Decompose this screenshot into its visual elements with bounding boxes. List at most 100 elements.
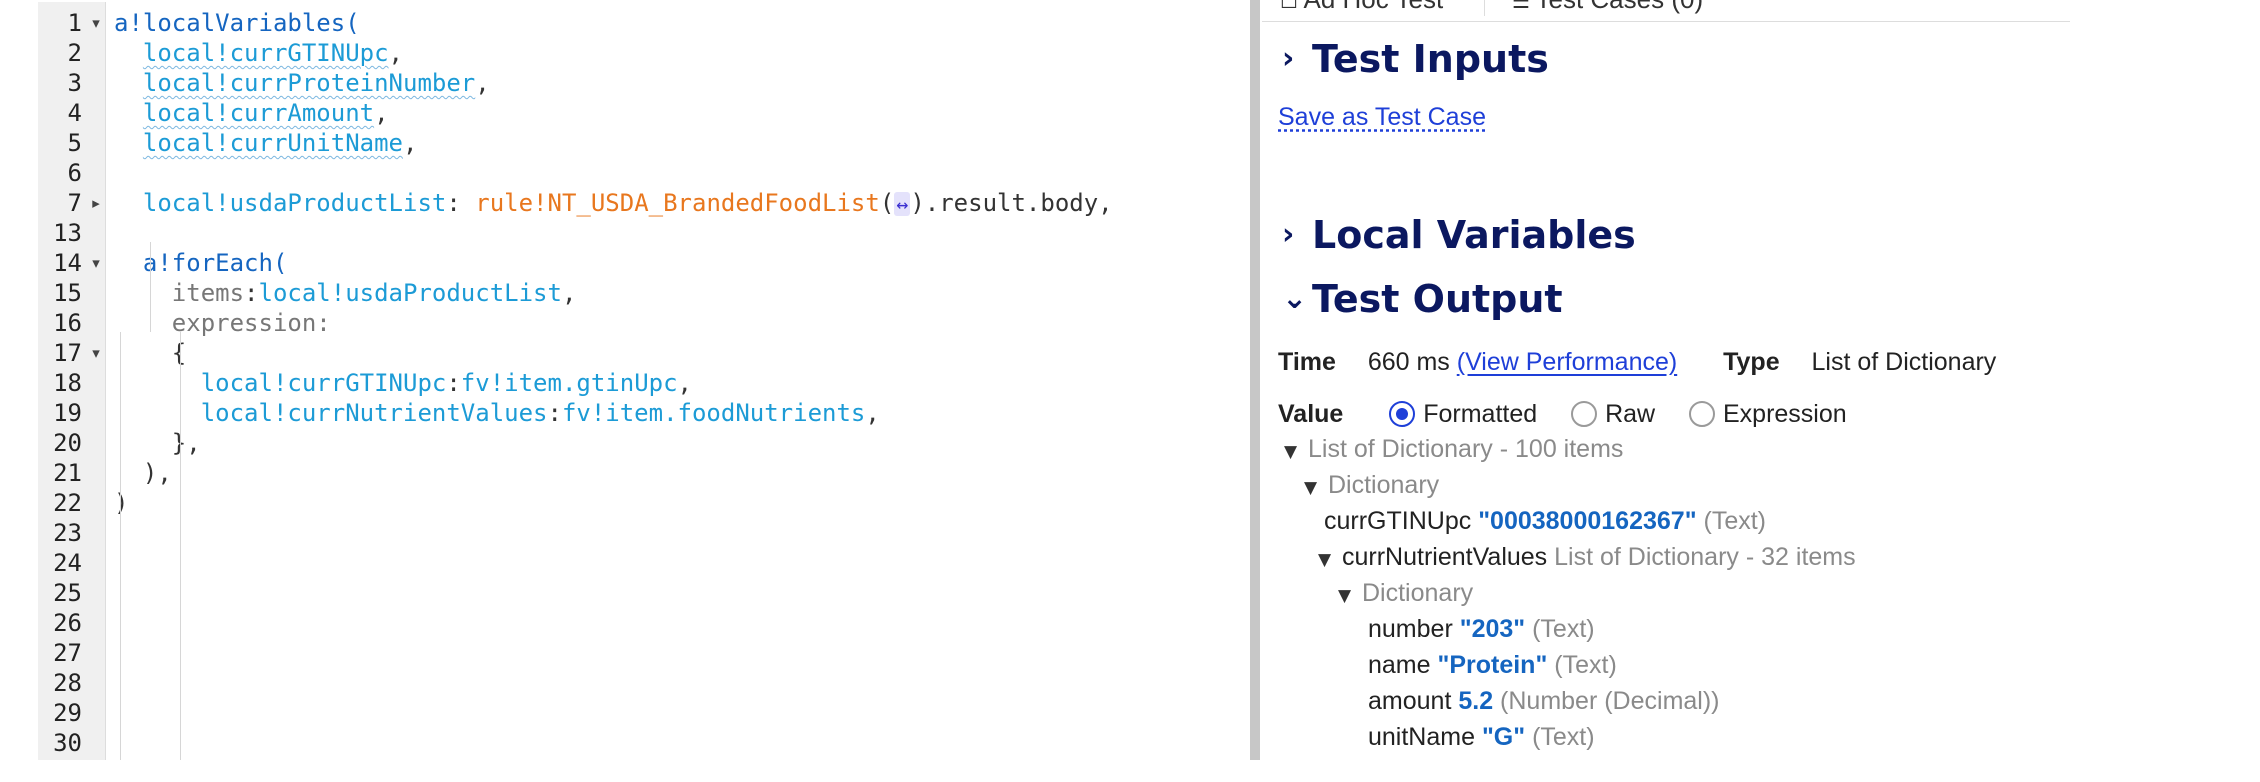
radio-label: Formatted [1423,400,1538,428]
line-number: 16 [53,309,82,337]
code-line[interactable]: local!currGTINUpc, [114,38,403,68]
tree-type: (Number (Decimal)) [1500,687,1720,715]
tab-ad-hoc-test[interactable]: ☐ Ad Hoc Test [1280,0,1480,22]
code-token: , [388,39,403,67]
code-line[interactable]: local!currUnitName, [114,128,418,158]
code-token: ) [114,489,129,517]
indent-guide [150,242,151,332]
radio-button-selected[interactable] [1389,401,1416,427]
code-token: local!currGTINUpc [142,39,389,67]
code-line[interactable]: a!localVariables( [114,8,360,38]
tree-value: "203" [1459,615,1533,643]
section-local-variables[interactable]: › Local Variables [1282,210,1636,260]
tree-row: currGTINUpc "00038000162367" (Text) [1324,504,1766,538]
code-token: : [316,309,331,337]
tree-node-label: Dictionary [1362,579,1474,607]
code-line[interactable]: items:local!usdaProductList, [114,278,577,308]
tree-type: (Text) [1532,615,1595,643]
fold-open-icon[interactable]: ▾ [88,8,104,38]
code-line[interactable]: { [114,338,186,368]
code-token: local!usdaProductList [142,189,447,217]
code-token: , [403,129,418,157]
line-number: 21 [53,459,82,487]
code-line[interactable]: ), [114,458,172,488]
code-line[interactable]: a!forEach( [114,248,288,278]
pane-resize-handle[interactable] [1250,0,1260,760]
tree-key: number [1368,615,1460,643]
tab-label: Test Cases (0) [1536,0,1704,14]
tree-key: amount [1368,687,1459,715]
radio-label: Expression [1723,400,1847,428]
tree-row[interactable]: ▼ Dictionary [1304,468,1439,502]
fold-closed-icon[interactable]: ▸ [88,188,104,218]
indent-guide [120,332,121,760]
code-line[interactable]: }, [114,428,201,458]
line-number: 18 [53,369,82,397]
code-line[interactable]: local!currProteinNumber, [114,68,490,98]
expand-triangle-icon[interactable]: ▼ [1338,579,1362,613]
section-title: Test Output [1312,277,1563,321]
line-number: 4 [67,99,82,127]
radio-label: Raw [1605,400,1656,428]
expand-triangle-icon[interactable]: ▼ [1304,471,1328,505]
code-token: : [446,189,476,217]
clipboard-icon: ☐ [1280,0,1304,13]
line-number: 14 [53,249,82,277]
code-token: rule!NT_USDA_BrandedFoodList [475,189,880,217]
fold-open-icon[interactable]: ▾ [88,338,104,368]
radio-formatted[interactable]: Formatted [1389,400,1537,428]
tree-row[interactable]: ▼ Dictionary [1338,576,1473,610]
code-token: local!currUnitName [142,129,403,157]
section-test-inputs[interactable]: › Test Inputs [1282,34,1549,84]
output-meta-row: Time 660 ms (View Performance) Type List… [1278,345,1996,379]
type-label: Type [1723,348,1780,376]
line-number: 22 [53,489,82,517]
code-line[interactable]: local!currAmount, [114,98,389,128]
radio-button[interactable] [1571,401,1598,427]
line-number: 29 [53,699,82,727]
tree-row[interactable]: ▼ List of Dictionary - 100 items [1284,432,1623,466]
code-line[interactable]: local!currNutrientValues:fv!item.foodNut… [114,398,880,428]
tree-key: currGTINUpc [1324,507,1479,535]
code-token: a!forEach( [142,249,288,277]
line-number: 5 [67,129,82,157]
code-line[interactable]: expression: [114,308,331,338]
expression-editor[interactable]: 1 ▾ 2 3 4 5 6 7 ▸ 13 14 ▾ 15 16 17 ▾ 18 19 20 21 22 23 24 25 26 2… [38,2,1250,760]
radio-button[interactable] [1689,401,1715,427]
save-as-test-case-link[interactable]: Save as Test Case [1278,103,1486,131]
code-token: items [171,279,245,307]
line-number: 2 [67,39,82,67]
tab-test-cases[interactable]: ☰ Test Cases (0) [1512,0,1812,22]
tree-value: "00038000162367" [1478,507,1704,535]
line-number: 1 [67,9,82,37]
list-icon: ☰ [1512,0,1536,13]
radio-raw[interactable]: Raw [1571,400,1655,428]
view-performance-link[interactable]: (View Performance) [1457,348,1677,376]
line-number: 23 [53,519,82,547]
expand-triangle-icon[interactable]: ▼ [1318,543,1342,577]
code-line[interactable]: local!currGTINUpc:fv!item.gtinUpc, [114,368,692,398]
code-token: : [446,369,461,397]
tree-row[interactable]: ▼ currNutrientValues List of Dictionary -… [1318,540,1856,574]
line-number: 30 [53,729,82,757]
radio-expression[interactable]: Expression [1689,400,1847,428]
expand-triangle-icon[interactable]: ▼ [1284,435,1308,469]
code-line[interactable]: local!usdaProductList: rule!NT_USDA_Bran… [114,188,1113,218]
fold-open-icon[interactable]: ▾ [88,248,104,278]
tab-label: Ad Hoc Test [1304,0,1444,14]
section-test-output[interactable]: ⌄ Test Output [1282,274,1563,324]
line-number: 17 [53,339,82,367]
code-token: a!localVariables( [114,9,360,37]
code-token: , [475,69,490,97]
code-token: ( [879,189,895,217]
code-token: , [865,399,880,427]
collapsed-args-icon[interactable]: ↔ [894,192,911,216]
code-line[interactable]: ) [114,488,128,518]
